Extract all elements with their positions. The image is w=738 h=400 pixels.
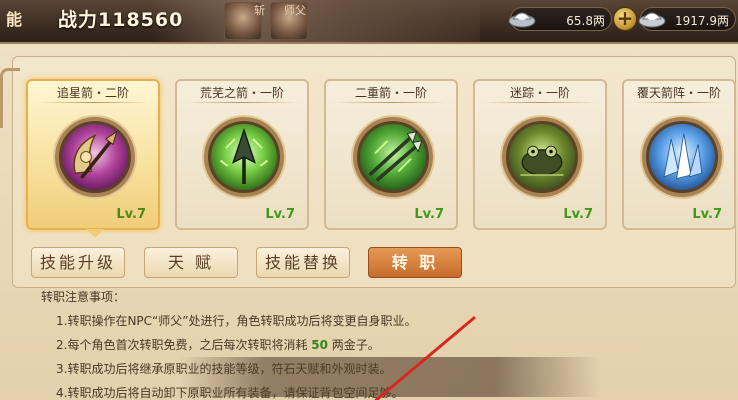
frame-corner-ornament	[0, 68, 20, 128]
tab-talent[interactable]: 天 赋	[144, 247, 238, 278]
note-line-2: 2.每个角色首次转职免费，之后每次转职将消耗 50 两金子。	[56, 336, 380, 353]
gold-amount: 1917.9两	[675, 14, 729, 28]
skill-level: Lv.7	[692, 207, 722, 222]
top-status-bar: 斩 师父 能 战力118560 65.8两 + 1917.9两	[0, 0, 738, 42]
title-divider	[336, 102, 446, 103]
skill-card-title: 追星箭・二阶	[56, 86, 129, 100]
ice-crystal-icon	[642, 117, 722, 197]
silver-currency: 65.8两	[508, 7, 612, 31]
job-change-cost: 50	[311, 338, 328, 352]
skill-card-2[interactable]: 荒芜之箭・一阶 Lv.7	[175, 79, 309, 230]
notes-heading: 转职注意事项：	[41, 290, 126, 304]
silver-amount: 65.8两	[566, 14, 605, 28]
skill-level: Lv.7	[414, 207, 444, 222]
note-line-1: 1.转职操作在NPC“师父”处进行，角色转职成功后将变更自身职业。	[56, 314, 417, 328]
silver-ingot-icon	[508, 12, 536, 28]
title-divider	[485, 102, 595, 103]
skill-card-1[interactable]: 追星箭・二阶 Lv.7	[26, 79, 160, 238]
tab-skill-upgrade[interactable]: 技能升级	[31, 247, 125, 278]
skill-card-title: 覆天箭阵・一阶	[636, 86, 721, 100]
add-currency-button[interactable]: +	[613, 7, 637, 31]
ability-tab-char[interactable]: 能	[6, 6, 22, 30]
green-spear-icon	[204, 117, 284, 197]
gold-currency: 1917.9两	[638, 7, 736, 31]
bottom-shadow-overlay	[180, 357, 600, 397]
title-divider	[38, 102, 148, 103]
mini-label-2: 师父	[284, 4, 306, 17]
skill-card-4[interactable]: 迷踪・一阶 Lv.7	[473, 79, 607, 230]
skill-card-5[interactable]: 覆天箭阵・一阶 Lv.7	[622, 79, 736, 230]
skill-card-title: 荒芜之箭・一阶	[199, 86, 284, 100]
crescent-blade-icon	[55, 117, 135, 197]
selected-pointer	[86, 229, 104, 238]
skill-card-title: 二重箭・一阶	[354, 86, 427, 100]
title-divider	[634, 102, 724, 103]
title-divider	[187, 102, 297, 103]
skill-level: Lv.7	[265, 207, 295, 222]
stealth-frog-icon	[502, 117, 582, 197]
skill-level: Lv.7	[116, 207, 146, 222]
skill-card-3[interactable]: 二重箭・一阶 Lv.7	[324, 79, 458, 230]
twin-arrow-icon	[353, 117, 433, 197]
skill-level: Lv.7	[563, 207, 593, 222]
mini-label-1: 斩	[254, 4, 265, 17]
note-line-2-suffix: 两金子。	[327, 338, 380, 352]
skill-card-title: 迷踪・一阶	[509, 86, 570, 100]
tab-job-change[interactable]: 转 职	[368, 247, 462, 278]
note-line-2-prefix: 2.每个角色首次转职免费，之后每次转职将消耗	[56, 338, 312, 352]
combat-power: 战力118560	[58, 9, 184, 31]
tab-skill-replace[interactable]: 技能替换	[256, 247, 350, 278]
gold-ingot-icon	[638, 12, 666, 28]
header-backdrop	[150, 0, 480, 42]
